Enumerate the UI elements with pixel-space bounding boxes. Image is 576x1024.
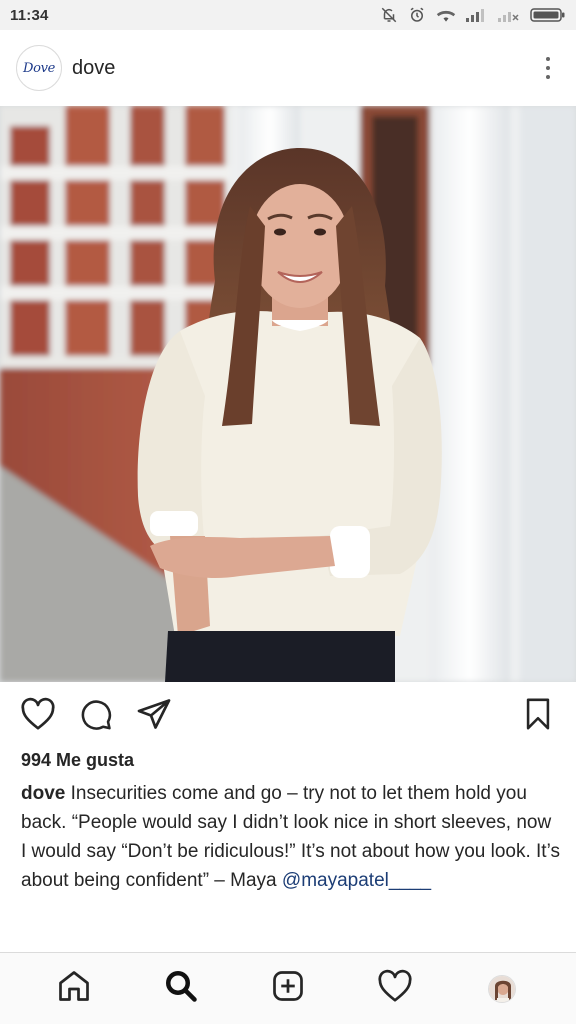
nav-search[interactable] — [157, 965, 205, 1013]
more-dot-icon — [546, 66, 550, 70]
share-button[interactable] — [134, 696, 174, 736]
search-icon — [163, 968, 199, 1009]
signal-icon — [466, 8, 488, 22]
heart-icon — [20, 697, 56, 736]
post-photo-illustration — [0, 106, 576, 682]
account-avatar[interactable]: Dove — [16, 45, 62, 91]
comment-icon — [79, 697, 113, 736]
post-caption: dove Insecurities come and go – try not … — [21, 779, 561, 895]
caption-mention[interactable]: @mayapatel____ — [282, 870, 431, 891]
post-header: Dove dove — [0, 30, 576, 106]
nav-activity[interactable] — [371, 965, 419, 1013]
likes-count[interactable]: 994 Me gusta — [21, 750, 134, 771]
bookmark-icon — [524, 697, 552, 736]
nav-new-post[interactable] — [264, 965, 312, 1013]
activity-heart-icon — [377, 969, 413, 1008]
battery-icon — [530, 7, 566, 23]
mute-icon — [380, 6, 398, 24]
status-bar: 11:34 — [0, 0, 576, 30]
no-signal-icon — [498, 8, 520, 22]
comment-button[interactable] — [76, 696, 116, 736]
dove-logo: Dove — [22, 60, 56, 76]
nav-home[interactable] — [50, 965, 98, 1013]
post-photo[interactable] — [0, 106, 576, 682]
wifi-icon — [436, 7, 456, 23]
bottom-nav — [0, 952, 576, 1024]
nav-profile[interactable] — [478, 965, 526, 1013]
status-icons — [380, 6, 566, 24]
account-username[interactable]: dove — [72, 57, 115, 80]
profile-avatar — [488, 974, 517, 1003]
post-actions — [0, 694, 576, 738]
alarm-icon — [408, 6, 426, 24]
share-icon — [136, 697, 172, 736]
save-button[interactable] — [518, 696, 558, 736]
like-button[interactable] — [18, 696, 58, 736]
more-options-button[interactable] — [536, 53, 560, 83]
more-dot-icon — [546, 75, 550, 79]
home-icon — [56, 968, 92, 1009]
more-dot-icon — [546, 57, 550, 61]
caption-username[interactable]: dove — [21, 783, 65, 804]
new-post-icon — [270, 968, 306, 1009]
status-time: 11:34 — [10, 6, 49, 24]
